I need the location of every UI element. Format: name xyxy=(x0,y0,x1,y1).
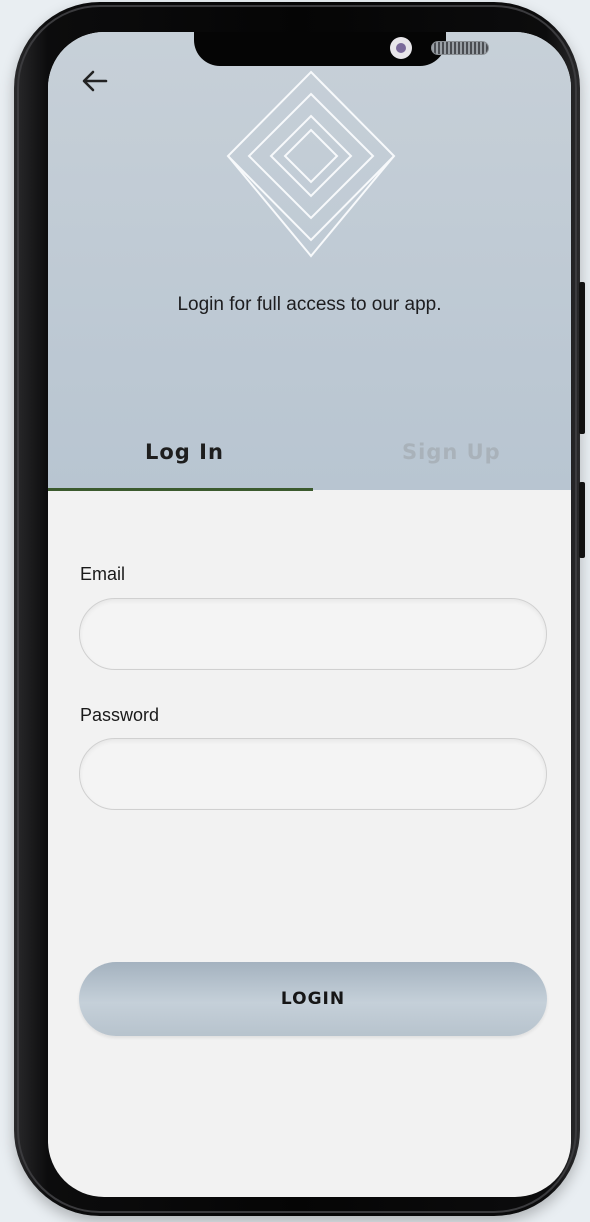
side-button xyxy=(579,282,585,434)
tab-log-in[interactable]: Log In xyxy=(145,440,224,464)
side-button xyxy=(579,482,585,558)
email-field[interactable] xyxy=(79,598,547,670)
active-tab-indicator xyxy=(48,488,313,491)
email-label: Email xyxy=(80,564,126,584)
tab-sign-up[interactable]: Sign Up xyxy=(402,440,501,464)
speaker-grille xyxy=(431,41,489,55)
camera-icon xyxy=(390,37,412,59)
phone-notch xyxy=(194,32,489,66)
phone-frame: Login for full access to our app. Log In… xyxy=(14,2,585,1216)
header-panel: Login for full access to our app. Log In… xyxy=(48,32,571,491)
subtitle-text: Login for full access to our app. xyxy=(177,294,442,315)
password-label: Password xyxy=(80,705,160,725)
password-field[interactable] xyxy=(79,738,547,810)
diamond-logo-icon xyxy=(226,70,396,258)
login-button[interactable]: LOGIN xyxy=(79,962,547,1036)
app-screen: Login for full access to our app. Log In… xyxy=(48,32,571,1197)
back-arrow-icon[interactable] xyxy=(78,64,112,98)
